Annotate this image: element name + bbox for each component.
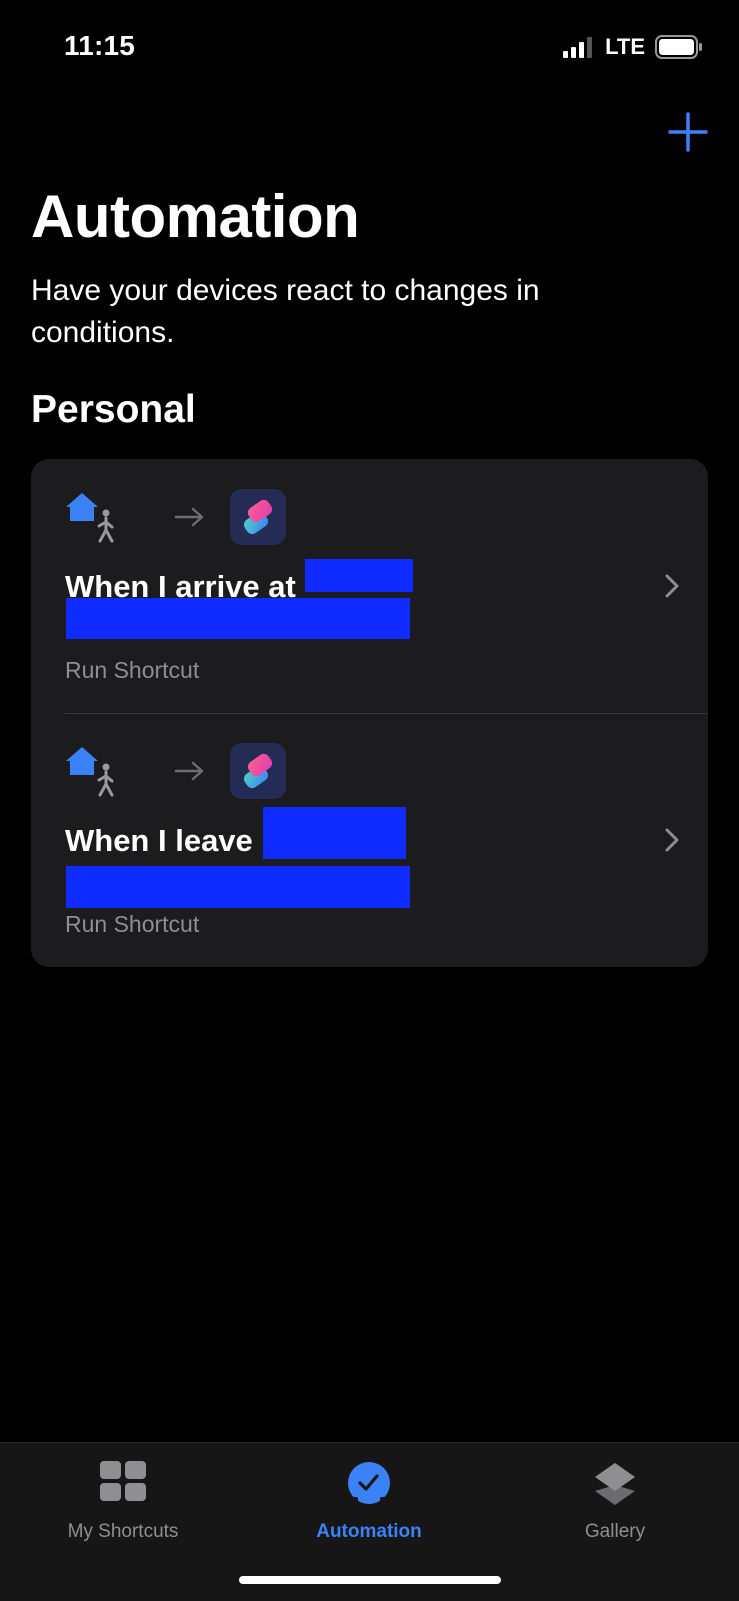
- tab-gallery[interactable]: Gallery: [492, 1443, 738, 1553]
- status-time: 11:15: [64, 30, 136, 61]
- grid-icon: [100, 1461, 146, 1501]
- chevron-right-icon: [665, 574, 679, 598]
- network-type: LTE: [605, 34, 645, 59]
- automation-action: Run Shortcut: [65, 911, 200, 937]
- tab-automation[interactable]: Automation: [246, 1443, 492, 1553]
- automation-row-leave[interactable]: When I leave Run Shortcut: [31, 713, 708, 967]
- automation-title: When I leave: [65, 823, 253, 858]
- redacted-address: [66, 866, 410, 908]
- section-heading-personal: Personal: [31, 388, 196, 431]
- add-automation-button[interactable]: [666, 110, 710, 154]
- chevron-right-icon: [665, 828, 679, 852]
- automation-icons: [64, 489, 286, 545]
- arrow-right-icon: [174, 761, 204, 781]
- tab-label: Automation: [316, 1521, 422, 1542]
- status-indicators: LTE: [563, 34, 703, 60]
- shortcuts-app-icon: [230, 743, 286, 799]
- status-bar: 11:15 LTE: [0, 0, 739, 96]
- battery-icon: [655, 35, 702, 59]
- plus-icon: [668, 112, 708, 152]
- home-person-icon: [66, 493, 114, 543]
- home-person-icon: [66, 747, 114, 797]
- automation-action: Run Shortcut: [65, 657, 200, 683]
- page-title: Automation: [31, 183, 360, 250]
- shortcuts-app-icon: [230, 489, 286, 545]
- home-indicator[interactable]: [239, 1576, 501, 1584]
- cellular-signal-icon: [563, 37, 593, 58]
- redacted-address: [66, 598, 410, 639]
- tab-label: My Shortcuts: [67, 1521, 179, 1542]
- automation-icons: [64, 743, 286, 799]
- tab-label: Gallery: [584, 1521, 646, 1542]
- clock-check-icon: [348, 1462, 390, 1504]
- page-subtitle: Have your devices react to changes in co…: [31, 274, 540, 349]
- redacted-location: [263, 807, 406, 859]
- layers-icon: [595, 1463, 635, 1505]
- automation-row-arrive[interactable]: When I arrive at Run Shortcut: [31, 459, 708, 713]
- redacted-location: [305, 559, 413, 592]
- automation-list: When I arrive at Run Shortcut When I lea…: [31, 459, 708, 967]
- tab-my-shortcuts[interactable]: My Shortcuts: [0, 1443, 246, 1553]
- arrow-right-icon: [174, 507, 204, 527]
